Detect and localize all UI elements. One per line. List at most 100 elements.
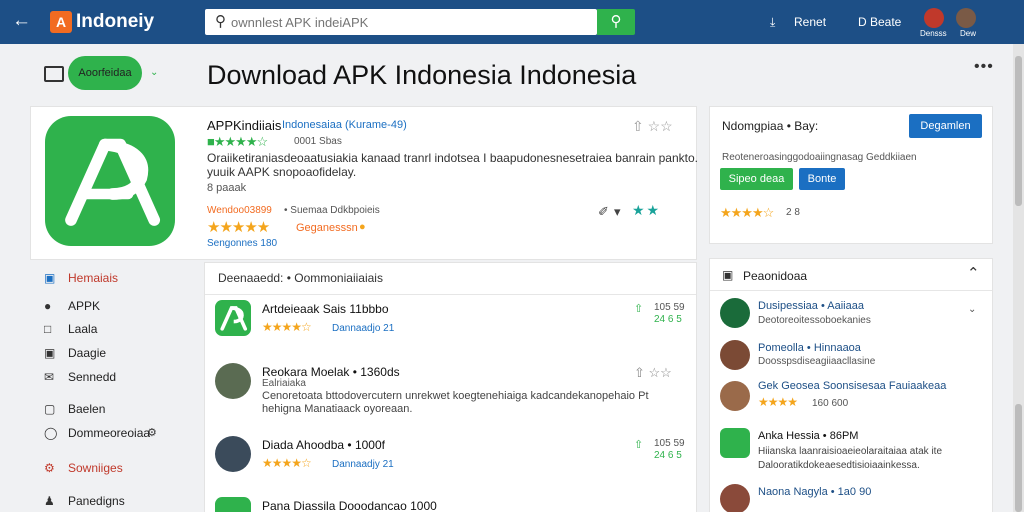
popular-title: Peaonidoaa [743, 269, 808, 283]
sidebar-item-sennedd[interactable]: Sennedd [68, 370, 116, 384]
favorite-star-icon[interactable]: ★ ★ [632, 202, 659, 219]
edit-icon[interactable]: ✐ [598, 204, 609, 220]
list-item-sub: Dannaadjo 21 [332, 323, 395, 334]
scrollbar[interactable] [1013, 44, 1024, 512]
header-link-2[interactable]: D Beate [858, 15, 901, 29]
category-pill-button[interactable]: Aoorfeidaa [68, 56, 142, 90]
search-input[interactable] [231, 13, 591, 31]
download-arrow-icon[interactable]: ⤓ [770, 15, 775, 30]
logo-icon[interactable]: A [50, 11, 72, 33]
list-item-thumbnail[interactable] [215, 436, 251, 472]
popular-item-avatar[interactable] [720, 484, 750, 512]
downloads-icon[interactable]: ⚙ [44, 461, 55, 475]
user-avatar[interactable] [956, 8, 976, 28]
list-item-sub: Dannaadjy 21 [332, 459, 394, 470]
popular-item-avatar[interactable] [720, 340, 750, 370]
list-item-desc: Cenoretoata bttodovercutern unrekwet koe… [262, 390, 649, 402]
download-card-rating: 2 8 [786, 207, 800, 218]
app-rating-stars: ■★★★★☆ [207, 134, 268, 149]
download-button[interactable]: Degamlen [909, 114, 982, 138]
home-icon[interactable]: ▣ [44, 271, 55, 285]
sidebar-item-sowniiges[interactable]: Sowniiges [68, 461, 123, 475]
sidebar-item-laala[interactable]: Laala [68, 322, 97, 336]
list-item-sub: Ealriaiaka [262, 378, 306, 389]
popular-item-icon[interactable] [720, 298, 750, 328]
list-item-title[interactable]: Diada Ahoodba • 1000f [262, 438, 385, 452]
scrollbar-thumb-lower[interactable] [1015, 404, 1022, 512]
popular-item-name[interactable]: Naona Nagyla • 1a0 90 [758, 486, 871, 498]
popular-item-name[interactable]: Anka Hessia • 86PM [758, 430, 858, 442]
popular-item-sub-2: Dalooratikdokeaesedtisioiaainkessa. [758, 460, 920, 471]
image-icon[interactable]: ▣ [44, 346, 55, 360]
sidebar-item-dommeoreoiaa[interactable]: Dommeoreoiaa [68, 426, 150, 440]
download-card-stars: ★★★★☆ [720, 205, 774, 220]
sidebar-item-apk[interactable]: APPK [68, 299, 100, 313]
folder-icon[interactable] [44, 66, 64, 82]
list-header: Deenaaedd: • Oommoniaiiaiais [218, 271, 383, 285]
list-item-stars: ★★★★☆ [262, 456, 312, 470]
chevron-down-icon[interactable]: ⌄ [968, 304, 976, 315]
popular-item-icon[interactable] [720, 428, 750, 458]
dropdown-icon[interactable]: ▾ [614, 204, 621, 220]
app-rating-count: 0001 Sbas [294, 136, 342, 147]
divider [205, 294, 696, 295]
search-icon: ⚲ [215, 13, 226, 30]
app-downloads: Wendoo03899 [207, 205, 272, 216]
person-icon[interactable]: ♟ [44, 494, 55, 508]
list-item-title[interactable]: Reokara Moelak • 1360ds [262, 365, 400, 379]
settings-icon[interactable]: ⚙ [147, 426, 157, 439]
back-arrow-icon[interactable]: ← [12, 10, 31, 32]
green-action-button[interactable]: Sipeo deaa [720, 168, 793, 190]
divider [710, 290, 992, 291]
popular-item-avatar[interactable] [720, 381, 750, 411]
app-publisher[interactable]: Indonesaiaa (Kurame-49) [282, 119, 407, 131]
scrollbar-thumb[interactable] [1015, 56, 1022, 206]
list-item-arrow-icon: ⇧ [634, 439, 644, 451]
notifications-avatar[interactable] [924, 8, 944, 28]
mail-icon[interactable]: ✉ [44, 370, 54, 384]
popular-item-sub: Hiianska laanraisioaeieolaraitaiaa atak … [758, 446, 942, 457]
sidebar-item-panedigns[interactable]: Panedigns [68, 494, 125, 508]
list-item-stat-2: 24 6 5 [654, 450, 682, 461]
list-item-icon[interactable] [215, 497, 251, 512]
more-options-icon[interactable]: ••• [974, 58, 994, 76]
avatar-label-2: Dew [960, 29, 977, 38]
list-item-title[interactable]: Artdeieaak Sais 11bbbo [262, 302, 389, 316]
search-button[interactable]: ⚲ [597, 9, 635, 35]
sidebar-item-baelen[interactable]: Baelen [68, 402, 105, 416]
sidebar-item-home[interactable]: Hemaiais [68, 271, 118, 285]
sidebar-item-daagie[interactable]: Daagie [68, 346, 106, 360]
list-item-thumbnail[interactable] [215, 363, 251, 399]
clock-icon[interactable]: ◯ [44, 426, 57, 440]
list-item-title[interactable]: Pana Diassila Dooodancao 1000 [262, 499, 437, 512]
chevron-up-icon[interactable]: ⌃ [967, 264, 980, 282]
popular-item-name[interactable]: Dusipessiaa • Aaiiaaa [758, 300, 864, 312]
list-item-stars: ★★★★☆ [262, 320, 312, 334]
avatar-label-1: Densss [920, 29, 947, 38]
share-icon[interactable]: ⇧ ☆☆ [632, 118, 673, 135]
popular-item-sub: 160 600 [812, 398, 849, 409]
app-description-line2: yuuik AAPK snopoaofidelay. [207, 165, 357, 179]
header-link-1[interactable]: Renet [794, 15, 826, 29]
share-icon[interactable]: ⇧ ☆☆ [634, 365, 672, 381]
app-stars: ★★★★★ [207, 219, 270, 236]
list-item-icon[interactable] [215, 300, 251, 336]
download-card-desc: Reoteneroasinggodoaiingnasag Geddkiiaen [722, 152, 917, 163]
chevron-down-icon[interactable]: ⌄ [150, 67, 158, 78]
list-item-desc-2: hehigna Manatiaack oyoreaan. [262, 403, 413, 415]
popular-item-name[interactable]: Pomeolla • Hinnaaoa [758, 342, 861, 354]
app-name: APPKindiiais [207, 118, 282, 133]
app-description-line1: Oraiiketiraniasdeoaatusiakia kanaad tran… [207, 151, 698, 165]
app-downloads-extra: • Suemaa Ddkbpoieis [284, 205, 380, 216]
brand-name[interactable]: Indoneiy [76, 11, 154, 33]
folder-icon[interactable]: ▢ [44, 402, 55, 416]
blue-action-button[interactable]: Bonte [799, 168, 845, 190]
square-icon[interactable]: □ [44, 322, 51, 336]
app-size: Sengonnes 180 [207, 238, 278, 249]
popular-item-name[interactable]: Gek Geosea Soonsisesaa Fauiaakeaa [758, 380, 946, 392]
popular-item-sub: Deotoreoitessoboekanies [758, 315, 871, 326]
popular-icon: ▣ [722, 268, 734, 282]
user-icon[interactable]: ● [44, 299, 51, 313]
search-bar: ⚲ [205, 9, 597, 35]
app-icon [45, 116, 175, 246]
